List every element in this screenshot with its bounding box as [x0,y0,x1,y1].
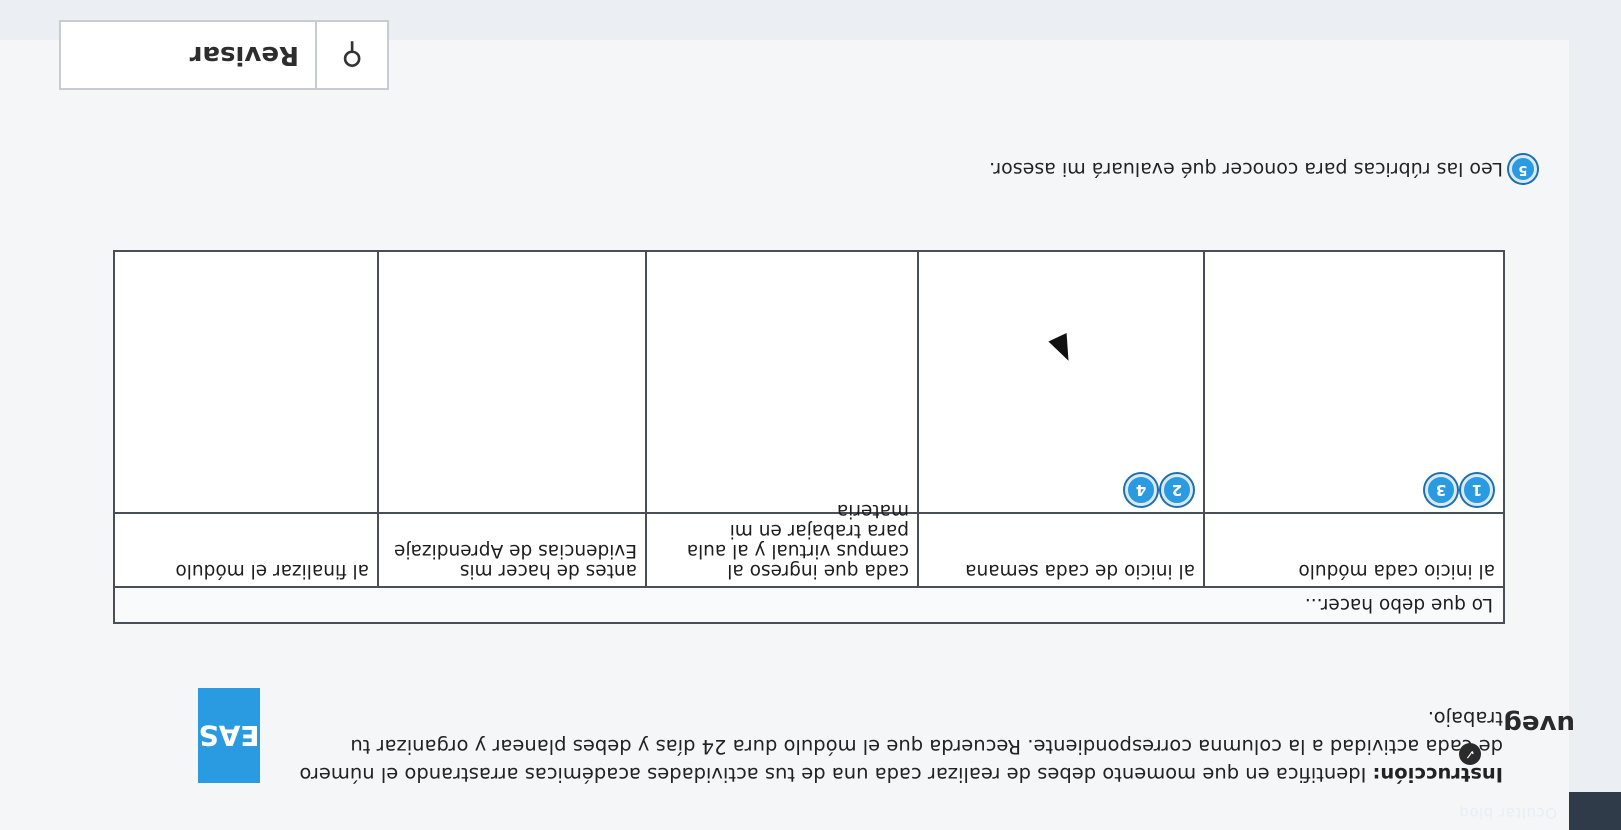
activity-chip-4[interactable]: 4 [1125,474,1157,506]
activity-chip-5[interactable]: 5 [1509,155,1537,183]
activity-chip-1[interactable]: 1 [1461,474,1493,506]
review-button[interactable]: ⚲ Revisar [59,20,389,90]
drop-zone-3[interactable] [645,252,917,512]
instruction-body: Identifica en que momento debes de reali… [299,707,1503,786]
activity-chip-2[interactable]: 2 [1161,474,1193,506]
uveg-logo-mark-icon: ✓ [1459,743,1481,765]
drop-zone-1[interactable]: 1 3 [1203,252,1503,512]
activity-chip-3[interactable]: 3 [1425,474,1457,506]
column-header-2: al inicio de cada semana [917,514,1203,586]
screen: Ocultar bloq EAS Instrucción: Identifica… [0,0,1621,830]
search-icon: ⚲ [315,22,387,88]
activity-item[interactable]: 5 Leo las rúbricas para conocer qué eval… [983,153,1537,185]
eas-logo: EAS [198,688,260,783]
hide-block-link[interactable]: Ocultar bloq [1447,796,1569,830]
activity-text: Leo las rúbricas para conocer qué evalua… [989,158,1503,180]
column-header-4: antes de hacer mis Evidencias de Aprendi… [377,514,645,586]
column-header-3: cada que ingreso al campus virtual y al … [645,500,917,586]
table-header-row: al inicio cada módulo al inicio de cada … [115,500,1503,586]
uveg-logo-text: uveg [1503,709,1575,739]
drop-zone-2[interactable]: 2 4 [917,252,1203,512]
mouse-cursor-icon [1048,332,1078,366]
uveg-logo: uveg ✓ [1455,699,1575,765]
drop-zone-4[interactable] [377,252,645,512]
column-header-5: al finalizar el módulo [175,560,369,581]
instruction-text: Instrucción: Identifica en que momento d… [273,704,1503,788]
column-header-1: al inicio cada módulo [1203,514,1503,586]
timing-table: Lo que debo hacer... al inicio cada módu… [113,250,1505,624]
instruction-lead: Instrucción: [1372,763,1503,786]
review-button-label: Revisar [189,40,299,70]
drop-zone-5[interactable] [115,252,377,512]
table-title: Lo que debo hacer... [115,586,1503,622]
drop-row: 1 3 2 4 [115,252,1503,512]
